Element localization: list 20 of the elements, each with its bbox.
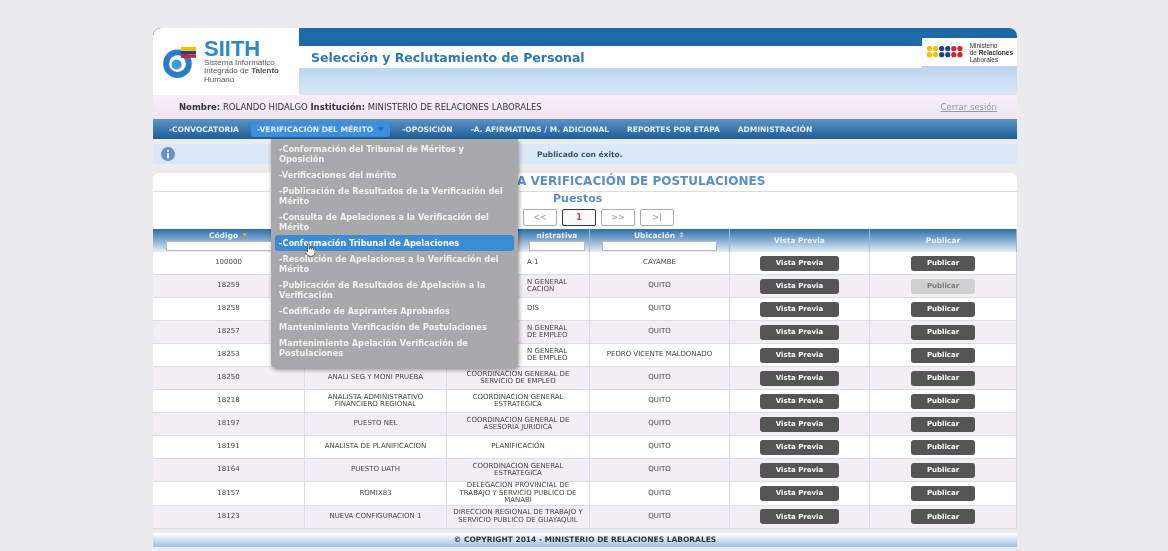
logo-subtitle: Sistema Informático Integrado de Talento Humano	[204, 58, 279, 85]
logout-link[interactable]: Cerrar sesión	[940, 102, 997, 112]
menu-item[interactable]: Mantenimiento Apelación Verificación de Postulaciones	[275, 335, 514, 361]
menu-item[interactable]: -Publicación de Resultados de Apelación a la Verificación	[275, 277, 514, 303]
user-info: Nombre: ROLANDO HIDALGO Institución: MINISTERIO DE RELACIONES LABORALES	[179, 102, 542, 112]
pager-button[interactable]: >|	[640, 209, 674, 226]
panel-title: A VERIFICACIÓN DE POSTULACIONES	[517, 173, 766, 189]
pager-button[interactable]: 1	[562, 209, 596, 226]
menu-item[interactable]: -Codificado de Aspirantes Aprobados	[275, 303, 514, 319]
menu-item[interactable]: -Verificaciones del mérito	[275, 167, 514, 183]
pager-button[interactable]: <<	[523, 209, 557, 226]
menu-item[interactable]: -Consulta de Apelaciones a la Verificación del Mérito	[275, 209, 514, 235]
panel-subtitle: Puestos	[553, 192, 603, 206]
logo-title: SIITH	[204, 38, 261, 59]
menu-item[interactable]: -Conformación del Tribunal de Méritos y Oposición	[275, 141, 514, 167]
menu-item[interactable]: Mantenimiento Verificación de Postulaciones	[275, 319, 514, 335]
menu-item[interactable]: -Publicación de Resultados de la Verificación del Mérito	[275, 183, 514, 209]
menu-item[interactable]: -Resolución de Apelaciones a la Verificación del Mérito	[275, 251, 514, 277]
app-title: Selección y Reclutamiento de Personal	[311, 49, 585, 65]
pager-button[interactable]: >>	[601, 209, 635, 226]
